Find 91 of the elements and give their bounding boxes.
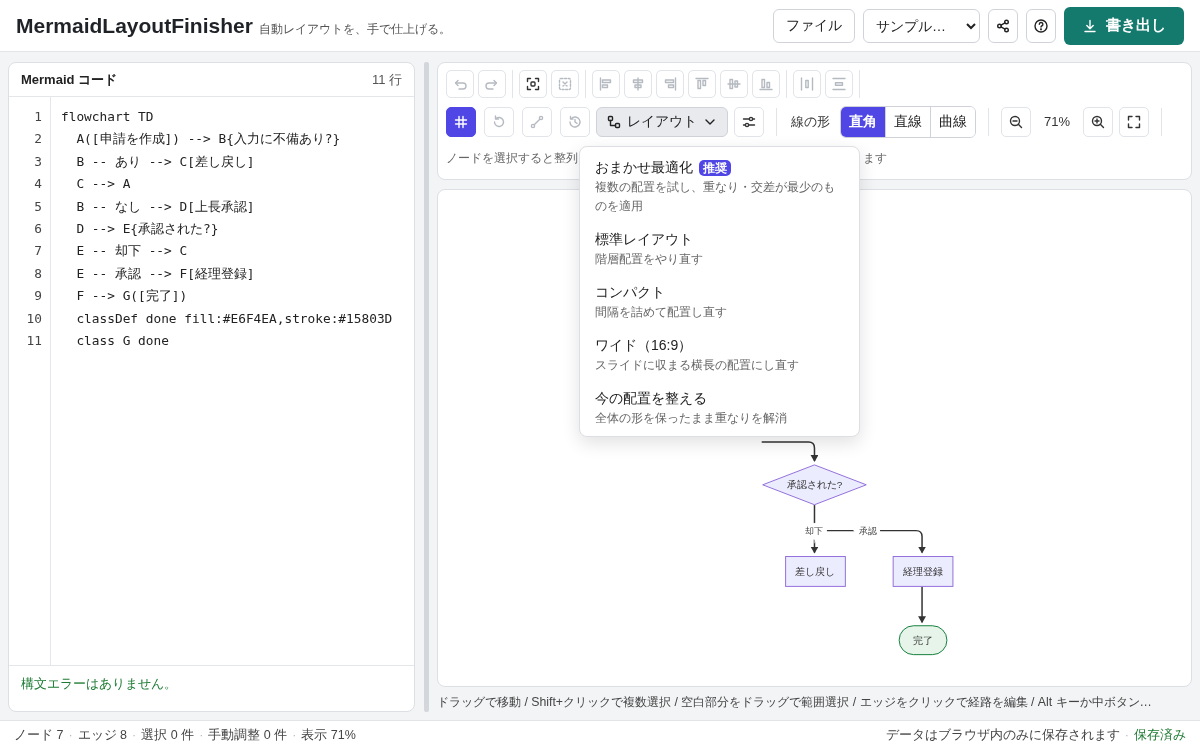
help-button[interactable]: [1026, 8, 1056, 43]
line-number: 2: [33, 130, 42, 149]
align-left-icon: [598, 76, 614, 92]
code-line: D --> E{承認された?}: [75, 220, 220, 239]
code-line: A([申請を作成]) --> B{入力に不備あり?}: [75, 130, 342, 149]
line-number: 10: [25, 309, 42, 328]
code-line: C --> A: [75, 175, 132, 194]
zoom-out-button[interactable]: [1001, 107, 1031, 137]
panel-title: Mermaid コード: [21, 70, 118, 89]
process-node[interactable]: 経理登録: [892, 556, 954, 587]
panel-splitter[interactable]: [423, 62, 429, 712]
line-number: 4: [33, 175, 42, 194]
fullscreen-icon: [1126, 114, 1142, 130]
line-number: 3: [33, 152, 42, 171]
share-icon: [995, 17, 1011, 34]
align-middle-icon: [726, 76, 742, 92]
share-button[interactable]: [988, 8, 1018, 43]
line-number: 6: [33, 220, 42, 239]
deselect-icon: [557, 76, 573, 92]
menu-item[interactable]: コンパクト 間隔を詰めて配置し直す: [580, 282, 859, 322]
distribute-icon: [831, 76, 847, 92]
align-center-icon: [630, 76, 646, 92]
grid-icon: [453, 114, 469, 130]
zoom-out-icon: [1008, 114, 1024, 130]
code-line: F --> G([完了]): [75, 287, 189, 306]
terminal-node[interactable]: 完了: [898, 625, 948, 656]
app-tagline: 自動レイアウトを、手で仕上げる。: [258, 20, 451, 38]
status-item: ノード 7: [14, 727, 64, 745]
layout-dropdown[interactable]: レイアウト: [596, 107, 728, 137]
zoom-level: 71%: [1043, 113, 1071, 132]
file-button[interactable]: ファイル: [773, 8, 855, 43]
line-number: 1: [33, 108, 42, 126]
menu-item[interactable]: おまかせ最適化 推奨 複数の配置を試し、重なり・交差が最少のものを適用: [580, 157, 859, 216]
line-shape-option[interactable]: 曲線: [930, 107, 975, 137]
code-line: class G done: [75, 332, 170, 351]
decision-node[interactable]: 承認された?: [762, 464, 867, 506]
status-item: 手動調整 0 件: [208, 727, 288, 745]
code-line: B -- なし --> D[上長承認]: [75, 197, 256, 216]
code-line: B -- あり --> C[差し戻し]: [75, 152, 256, 171]
tool-button[interactable]: [446, 107, 476, 137]
zoom-in-icon: [1090, 114, 1106, 130]
separator-dot: ·: [132, 727, 137, 745]
hint-text: ノードを選択すると整列: [446, 150, 578, 167]
line-number: 8: [33, 264, 42, 283]
line-number: 5: [33, 197, 42, 216]
export-button[interactable]: 書き出し: [1064, 6, 1184, 45]
fit-icon: [525, 76, 541, 92]
route-icon: [529, 114, 545, 130]
code-line: E -- 承認 --> F[経理登録]: [75, 264, 256, 283]
align-top-icon: [694, 76, 710, 92]
line-shape-option[interactable]: 直角: [841, 107, 885, 137]
code-line: flowchart TD: [61, 108, 155, 126]
status-item: 選択 0 件: [141, 727, 195, 745]
help-icon: [1033, 17, 1049, 34]
sample-select[interactable]: サンプル…: [863, 8, 980, 43]
download-icon: [1082, 17, 1098, 34]
hint-text: ます: [863, 150, 887, 167]
settings-button[interactable]: [734, 107, 764, 137]
saved-status: 保存済み: [1134, 727, 1186, 745]
layout-icon: [606, 114, 622, 130]
line-shape-label: 線の形: [791, 113, 830, 132]
code-line: E -- 却下 --> C: [75, 242, 189, 261]
history-icon: [567, 114, 583, 130]
distribute-icon: [799, 76, 815, 92]
line-number: 7: [33, 242, 42, 261]
align-bottom-icon: [758, 76, 774, 92]
separator-dot: ·: [199, 727, 204, 745]
status-item: エッジ 8: [77, 727, 128, 745]
align-right-icon: [662, 76, 678, 92]
syntax-status: 構文エラーはありません。: [21, 676, 177, 691]
line-number: 9: [33, 287, 42, 306]
line-number: 11: [25, 332, 42, 351]
menu-item[interactable]: 今の配置を整える 全体の形を保ったまま重なりを解消: [580, 388, 859, 428]
separator-dot: ·: [1124, 727, 1129, 745]
fullscreen-button[interactable]: [1119, 107, 1149, 137]
code-line: classDef done fill:#E6F4EA,stroke:#15803D: [75, 309, 393, 328]
edge-arrow[interactable]: [918, 585, 927, 624]
edge-arrow[interactable]: [760, 441, 819, 462]
app-title: MermaidLayoutFinisher: [16, 12, 253, 39]
sliders-icon: [741, 114, 757, 130]
process-node[interactable]: 差し戻し: [785, 556, 846, 587]
separator-dot: ·: [292, 727, 297, 745]
zoom-in-button[interactable]: [1083, 107, 1113, 137]
status-item: 表示 71%: [301, 727, 356, 745]
storage-note: データはブラウザ内のみに保存されます: [885, 727, 1120, 745]
menu-item[interactable]: ワイド（16:9） スライドに収まる横長の配置にし直す: [580, 335, 859, 375]
line-count: 11 行: [371, 70, 402, 89]
canvas-hint: ドラッグで移動 / Shift+クリックで複数選択 / 空白部分をドラッグで範囲選択 / エッジをクリックで経路を編集 / Alt キーか中ボタン…: [437, 694, 1153, 711]
rotate-icon: [491, 114, 507, 130]
menu-item[interactable]: 標準レイアウト 階層配置をやり直す: [580, 229, 859, 269]
separator-dot: ·: [68, 727, 73, 745]
